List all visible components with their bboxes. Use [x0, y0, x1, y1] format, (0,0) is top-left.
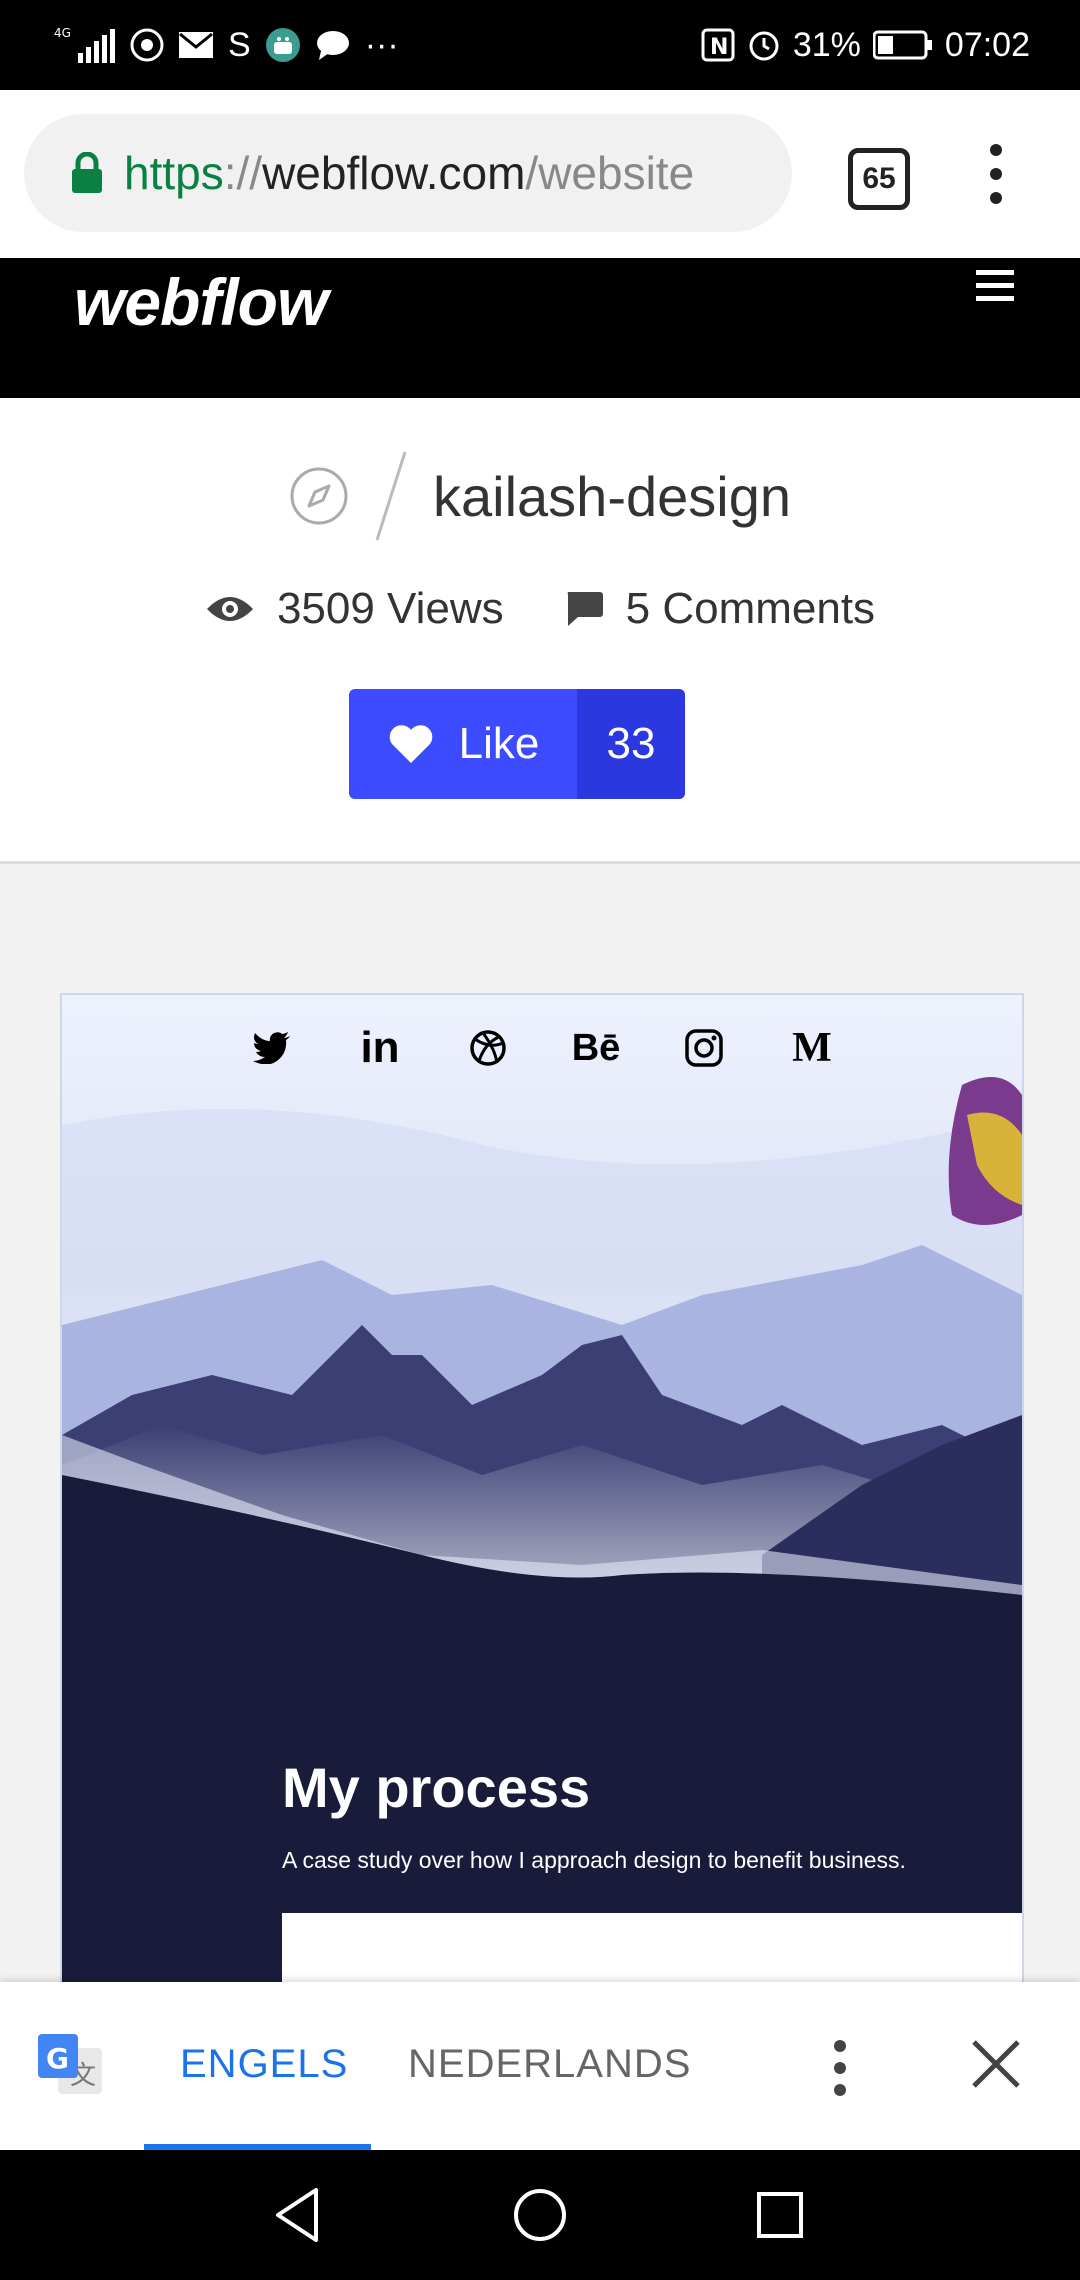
url-text[interactable]: https://webflow.com/website	[124, 146, 694, 200]
google-translate-icon: 文 G	[38, 2034, 102, 2094]
svg-text:4G: 4G	[54, 26, 71, 40]
browser-menu-icon[interactable]	[976, 142, 1016, 206]
instagram-icon[interactable]	[677, 1021, 731, 1075]
preview-subheading: A case study over how I approach design …	[282, 1847, 906, 1873]
tab-switcher-button[interactable]: 65	[848, 148, 910, 210]
like-count: 33	[577, 689, 685, 799]
tab-source-language[interactable]: ENGELS	[180, 2042, 348, 2087]
breadcrumb-separator	[375, 451, 407, 541]
like-button-label-area[interactable]: Like	[349, 689, 577, 799]
battery-percent: 31%	[792, 25, 861, 64]
svg-text:G: G	[46, 2042, 69, 2075]
linkedin-icon[interactable]: in	[353, 1021, 407, 1075]
comment-icon	[567, 592, 603, 626]
views-count: 3509 Views	[276, 584, 504, 633]
views-stat: 3509 Views	[205, 584, 504, 634]
translate-bar: 文 G ENGELS NEDERLANDS	[0, 1982, 1080, 2150]
mail-icon	[178, 31, 214, 59]
translate-menu-icon[interactable]	[820, 2038, 860, 2098]
twitter-icon[interactable]	[245, 1021, 299, 1075]
s-app-icon: S	[228, 25, 251, 64]
behance-icon[interactable]: Bē	[569, 1021, 623, 1075]
site-header: webflow	[0, 258, 1080, 398]
status-bar: 4G S ··· N 31% 07:02	[0, 0, 1080, 90]
alarm-icon	[747, 28, 781, 62]
address-bar[interactable]: https://webflow.com/website	[24, 114, 792, 232]
android-icon	[265, 27, 301, 63]
medium-icon[interactable]: M	[785, 1021, 839, 1075]
social-links: in Bē M	[62, 1021, 1022, 1075]
battery-icon	[872, 30, 933, 60]
browser-toolbar: https://webflow.com/website 65	[0, 90, 1080, 258]
like-button[interactable]: Like 33	[349, 689, 685, 799]
like-label: Like	[458, 719, 540, 768]
back-icon[interactable]	[264, 2180, 334, 2250]
webflow-logo[interactable]: webflow	[74, 264, 328, 340]
close-icon[interactable]	[968, 2036, 1024, 2092]
project-info-panel: kailash-design 3509 Views 5 Comments Lik…	[0, 398, 1080, 864]
more-notifications-icon: ···	[364, 25, 399, 64]
clock: 07:02	[944, 25, 1030, 64]
heart-icon	[389, 725, 432, 763]
tab-target-language[interactable]: NEDERLANDS	[408, 2042, 691, 2087]
system-navigation-bar	[0, 2150, 1080, 2280]
dribbble-icon[interactable]	[461, 1021, 515, 1075]
svg-text:N: N	[710, 35, 728, 60]
comments-stat[interactable]: 5 Comments	[564, 584, 875, 634]
recents-icon[interactable]	[745, 2180, 815, 2250]
comments-count[interactable]: 5 Comments	[626, 584, 875, 634]
nfc-icon: N	[701, 28, 735, 62]
signal-icon: 4G	[54, 25, 116, 65]
status-right: N 31% 07:02	[701, 22, 1030, 68]
eye-icon	[206, 597, 253, 621]
project-name[interactable]: kailash-design	[433, 464, 791, 529]
chat-bubble-icon	[315, 29, 351, 61]
home-icon[interactable]	[505, 2180, 575, 2250]
project-stats: 3509 Views 5 Comments	[0, 584, 1080, 634]
compass-icon	[290, 467, 348, 525]
lock-icon	[72, 152, 102, 193]
hamburger-menu-icon[interactable]	[976, 270, 1016, 310]
chrome-icon	[130, 28, 164, 62]
status-left: 4G S ···	[54, 22, 399, 68]
preview-heading: My process	[282, 1756, 591, 1819]
bird-illustration	[948, 1077, 1022, 1225]
breadcrumb: kailash-design	[0, 448, 1080, 544]
